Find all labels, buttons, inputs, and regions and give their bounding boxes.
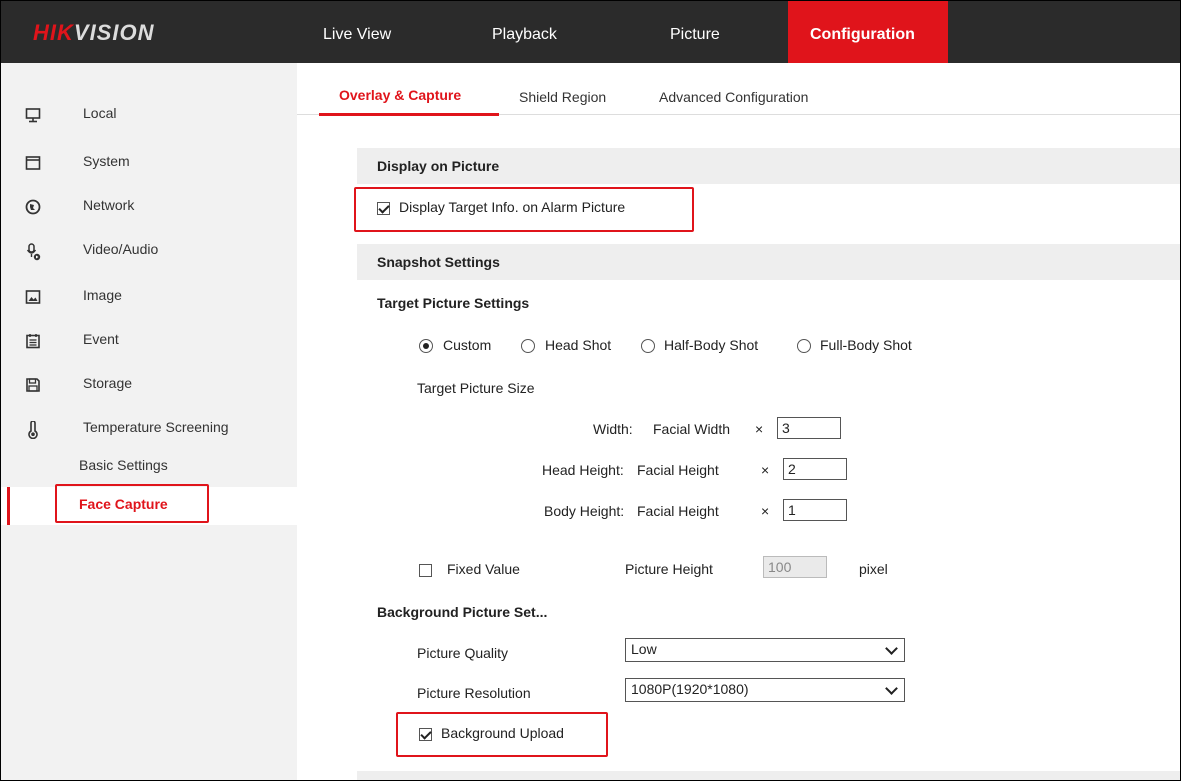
- width-multiplier-input[interactable]: [777, 417, 841, 439]
- microphone-icon: [25, 243, 41, 261]
- sidebar-item-label: Local: [83, 105, 117, 121]
- nav-configuration[interactable]: Configuration: [788, 1, 948, 63]
- radio-half-body-shot[interactable]: [641, 339, 655, 353]
- tab-overlay-capture[interactable]: Overlay & Capture: [339, 87, 461, 103]
- sidebar-item-system[interactable]: System: [1, 147, 297, 187]
- highlight-box-face-capture: [55, 484, 209, 523]
- section-title: Display on Picture: [377, 158, 500, 174]
- head-height-label: Head Height:: [542, 462, 624, 478]
- pixel-unit-label: pixel: [859, 561, 888, 577]
- highlight-box-display-target-info: [354, 187, 694, 232]
- nav-live-view[interactable]: Live View: [305, 1, 409, 63]
- tab-bar: Overlay & Capture Shield Region Advanced…: [297, 63, 1180, 116]
- tab-advanced-configuration[interactable]: Advanced Configuration: [659, 89, 808, 105]
- highlight-box-background-upload: [396, 712, 608, 757]
- top-navigation-bar: HIKVISION Live View Playback Picture Con…: [1, 1, 1180, 63]
- sidebar-item-label: Video/Audio: [83, 241, 159, 257]
- sidebar-item-label: Image: [83, 287, 122, 303]
- target-picture-size-title: Target Picture Size: [417, 380, 535, 396]
- picture-resolution-value: 1080P(1920*1080): [631, 681, 749, 697]
- section-title: Snapshot Settings: [377, 254, 500, 270]
- image-icon: [25, 289, 41, 305]
- picture-quality-value: Low: [631, 641, 657, 657]
- radio-head-shot-label: Head Shot: [545, 337, 612, 353]
- sidebar-item-network[interactable]: Network: [1, 191, 297, 231]
- width-unit-label: Facial Width: [653, 421, 731, 437]
- sidebar-subitem-basic-settings[interactable]: Basic Settings: [79, 457, 168, 473]
- globe-icon: [25, 199, 41, 215]
- body-height-unit-label: Facial Height: [637, 503, 719, 519]
- floppy-icon: [25, 377, 41, 393]
- radio-full-body-shot[interactable]: [797, 339, 811, 353]
- sidebar-item-label: Event: [83, 331, 119, 347]
- nav-playback[interactable]: Playback: [474, 1, 575, 63]
- head-height-multiplier-input[interactable]: [783, 458, 847, 480]
- width-label: Width:: [593, 421, 633, 437]
- monitor-icon: [25, 107, 41, 123]
- picture-quality-select[interactable]: Low: [625, 638, 905, 662]
- radio-custom[interactable]: [419, 339, 433, 353]
- chevron-down-icon: [885, 682, 898, 695]
- target-picture-settings-title: Target Picture Settings: [377, 295, 530, 311]
- sidebar-item-storage[interactable]: Storage: [1, 369, 297, 409]
- sidebar: Local System Network Video/Audio Image E…: [1, 63, 297, 780]
- background-picture-settings-title: Background Picture Set...: [377, 604, 548, 620]
- radio-custom-label: Custom: [443, 337, 492, 353]
- sidebar-item-image[interactable]: Image: [1, 281, 297, 321]
- body-height-multiplier-input[interactable]: [783, 499, 847, 521]
- sidebar-item-label: Network: [83, 197, 135, 213]
- section-display-on-picture: Display on Picture: [357, 148, 1180, 184]
- thermometer-icon: [25, 420, 41, 440]
- fixed-value-label: Fixed Value: [447, 561, 520, 577]
- chevron-down-icon: [885, 642, 898, 655]
- picture-height-label: Picture Height: [625, 561, 713, 577]
- body-height-times-sign: ×: [761, 503, 770, 519]
- sidebar-item-video-audio[interactable]: Video/Audio: [1, 235, 297, 275]
- picture-resolution-select[interactable]: 1080P(1920*1080): [625, 678, 905, 702]
- sidebar-item-local[interactable]: Local: [1, 99, 297, 139]
- head-height-unit-label: Facial Height: [637, 462, 719, 478]
- active-marker: [7, 487, 10, 525]
- picture-resolution-label: Picture Resolution: [417, 685, 531, 701]
- width-times-sign: ×: [755, 421, 764, 437]
- next-section-header: [357, 771, 1180, 780]
- head-height-times-sign: ×: [761, 462, 770, 478]
- hikvision-logo: HIKVISION: [33, 20, 155, 45]
- section-snapshot-settings: Snapshot Settings: [357, 244, 1180, 280]
- sidebar-item-label: System: [83, 153, 130, 169]
- nav-picture[interactable]: Picture: [652, 1, 738, 63]
- calendar-icon: [25, 333, 41, 349]
- window-icon: [25, 155, 41, 171]
- app-window: HIKVISION Live View Playback Picture Con…: [0, 0, 1181, 781]
- sidebar-item-label: Temperature Screening: [83, 419, 229, 435]
- tab-shield-region[interactable]: Shield Region: [519, 89, 606, 105]
- picture-height-input: [763, 556, 827, 578]
- sidebar-item-label: Storage: [83, 375, 133, 391]
- picture-quality-label: Picture Quality: [417, 645, 509, 661]
- active-tab-underline: [319, 113, 499, 116]
- radio-half-body-shot-label: Half-Body Shot: [664, 337, 759, 353]
- sidebar-item-temperature-screening[interactable]: Temperature Screening: [1, 413, 297, 453]
- sidebar-item-event[interactable]: Event: [1, 325, 297, 365]
- radio-head-shot[interactable]: [521, 339, 535, 353]
- radio-full-body-shot-label: Full-Body Shot: [820, 337, 912, 353]
- body-height-label: Body Height:: [544, 503, 625, 519]
- fixed-value-checkbox[interactable]: [419, 564, 432, 577]
